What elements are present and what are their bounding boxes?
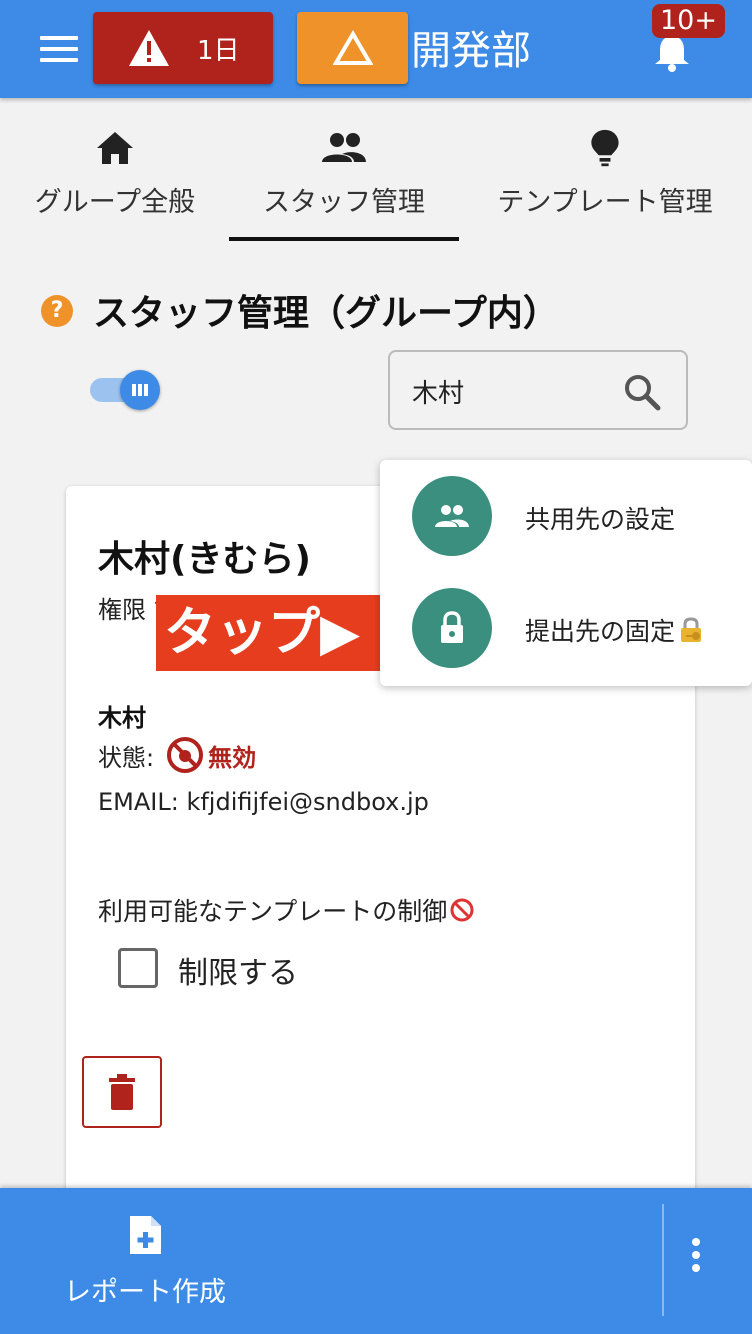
status-value: 無効	[208, 743, 257, 772]
bell-icon[interactable]	[650, 32, 694, 72]
lock-key-emoji-icon	[681, 617, 702, 642]
add-document-icon	[130, 1216, 161, 1254]
status-row: 状態: 無効	[98, 736, 256, 774]
prohibited-icon	[450, 898, 474, 922]
tab-staff-management[interactable]: スタッフ管理	[229, 110, 459, 242]
lightbulb-icon	[591, 129, 619, 167]
triangle-outline-icon	[332, 30, 373, 65]
warning-button[interactable]	[297, 12, 408, 84]
staff-email: EMAIL: kfjdifijfei@sndbox.jp	[98, 788, 429, 816]
tab-label: スタッフ管理	[263, 187, 425, 218]
lock-icon	[441, 611, 463, 643]
staff-user: 木村	[98, 704, 146, 732]
tab-group-general[interactable]: グループ全般	[20, 110, 210, 242]
search-box	[388, 350, 688, 430]
search-input[interactable]	[412, 372, 612, 410]
notification-badge: 10+	[652, 4, 725, 38]
popup-item-icon-circle	[412, 588, 492, 668]
staff-name: 木村(きむら)	[98, 539, 311, 580]
columns-icon	[132, 384, 148, 396]
status-label: 状態:	[98, 743, 155, 772]
popup-item-label-row: 提出先の固定	[525, 612, 705, 648]
tab-label: テンプレート管理	[497, 187, 713, 218]
popup-item-label: 提出先の固定	[525, 617, 676, 646]
restrict-checkbox[interactable]	[118, 948, 158, 988]
popup-item-icon-circle	[412, 476, 492, 556]
delete-button[interactable]	[82, 1056, 162, 1128]
alert-button[interactable]: 1日	[93, 12, 273, 84]
view-toggle[interactable]	[90, 370, 160, 410]
tap-hint-banner: タップ▶	[156, 595, 394, 671]
home-icon	[97, 132, 133, 164]
active-tab-indicator	[229, 237, 459, 241]
bottom-bar-divider	[662, 1204, 664, 1316]
search-icon[interactable]	[622, 372, 662, 412]
hamburger-menu-icon[interactable]	[40, 36, 78, 62]
more-vertical-icon[interactable]	[684, 1238, 708, 1282]
template-control-label: 利用可能なテンプレートの制御	[98, 892, 475, 928]
popup-item-share-settings[interactable]: 共用先の設定	[380, 460, 752, 560]
template-control-text: 利用可能なテンプレートの制御	[98, 897, 448, 926]
tab-label: グループ全般	[34, 187, 196, 218]
department-name[interactable]: 開発部	[411, 18, 531, 76]
popup-item-fix-destination[interactable]: 提出先の固定	[380, 572, 752, 672]
toggle-knob	[120, 370, 160, 410]
app-header: 1日 開発部 10+	[0, 0, 752, 98]
help-icon[interactable]: ?	[41, 295, 73, 327]
create-report-button[interactable]: レポート作成	[40, 1208, 250, 1318]
people-icon	[435, 505, 469, 527]
popup-item-label: 共用先の設定	[525, 505, 676, 534]
page-title: スタッフ管理（グループ内）	[93, 293, 559, 334]
tab-bar: グループ全般 スタッフ管理 テンプレート管理	[0, 110, 752, 242]
disabled-status-icon	[167, 737, 204, 773]
action-popup-menu: 共用先の設定 提出先の固定	[380, 460, 752, 686]
bottom-action-bar: レポート作成	[0, 1188, 752, 1334]
tab-template-management[interactable]: テンプレート管理	[485, 110, 725, 242]
alert-label: 1日	[197, 35, 240, 66]
restrict-label[interactable]: 制限する	[178, 948, 298, 992]
create-report-label: レポート作成	[64, 1277, 226, 1308]
people-icon	[322, 133, 366, 162]
trash-icon	[109, 1074, 135, 1110]
warning-triangle-icon	[129, 30, 169, 66]
